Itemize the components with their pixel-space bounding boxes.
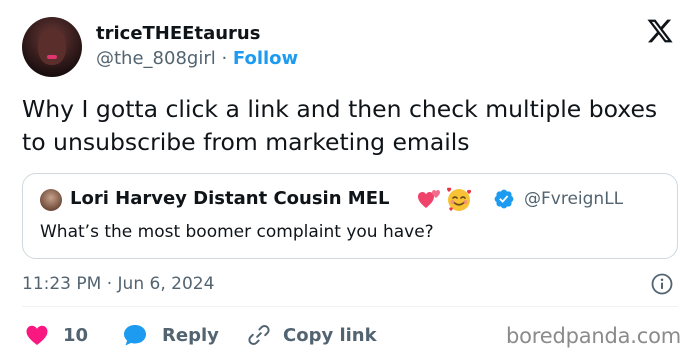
copy-link-button[interactable]: Copy link [247,318,377,352]
author-avatar[interactable] [22,17,82,77]
author-handle-row: @the_808girl · Follow [96,48,298,69]
tweet-time: 11:23 PM [22,274,102,294]
link-icon [248,325,270,345]
reply-bubble-icon [124,325,146,346]
quoted-author-avatar [40,189,62,211]
watermark: boredpanda.com [506,324,682,348]
like-count: 10 [63,324,89,346]
tweet-timestamp[interactable]: 11:23 PM · Jun 6, 2024 [22,274,214,294]
reply-label: Reply [162,324,219,346]
two-hearts-emoji-icon [418,190,440,208]
copy-link-label: Copy link [283,324,377,346]
avatar-lips [47,55,57,59]
quoted-tweet-text: What’s the most boomer complaint you hav… [40,222,434,242]
verified-badge-icon [494,189,514,209]
author-display-name[interactable]: triceTHEEtaurus [96,23,260,44]
like-button[interactable]: 10 [25,318,88,352]
tweet-text: Why I gotta click a link and then check … [22,95,658,156]
x-logo-icon[interactable] [645,17,675,45]
smiling-face-with-hearts-emoji-icon [447,187,472,211]
handle-separator: · [215,48,233,69]
quoted-tweet-card[interactable]: Lori Harvey Distant Cousin MEL @FvreignL… [22,173,678,259]
avatar-face [38,29,66,65]
quoted-author-name: Lori Harvey Distant Cousin MEL [70,188,390,209]
info-icon[interactable] [650,272,674,296]
timestamp-separator: · [101,274,118,294]
heart-icon [26,325,48,345]
divider [22,306,678,307]
reply-button[interactable]: Reply [122,318,219,352]
quoted-author-handle: @FvreignLL [524,189,624,209]
follow-button[interactable]: Follow [233,48,298,69]
author-handle[interactable]: @the_808girl [96,48,216,69]
tweet-date: Jun 6, 2024 [117,274,215,294]
